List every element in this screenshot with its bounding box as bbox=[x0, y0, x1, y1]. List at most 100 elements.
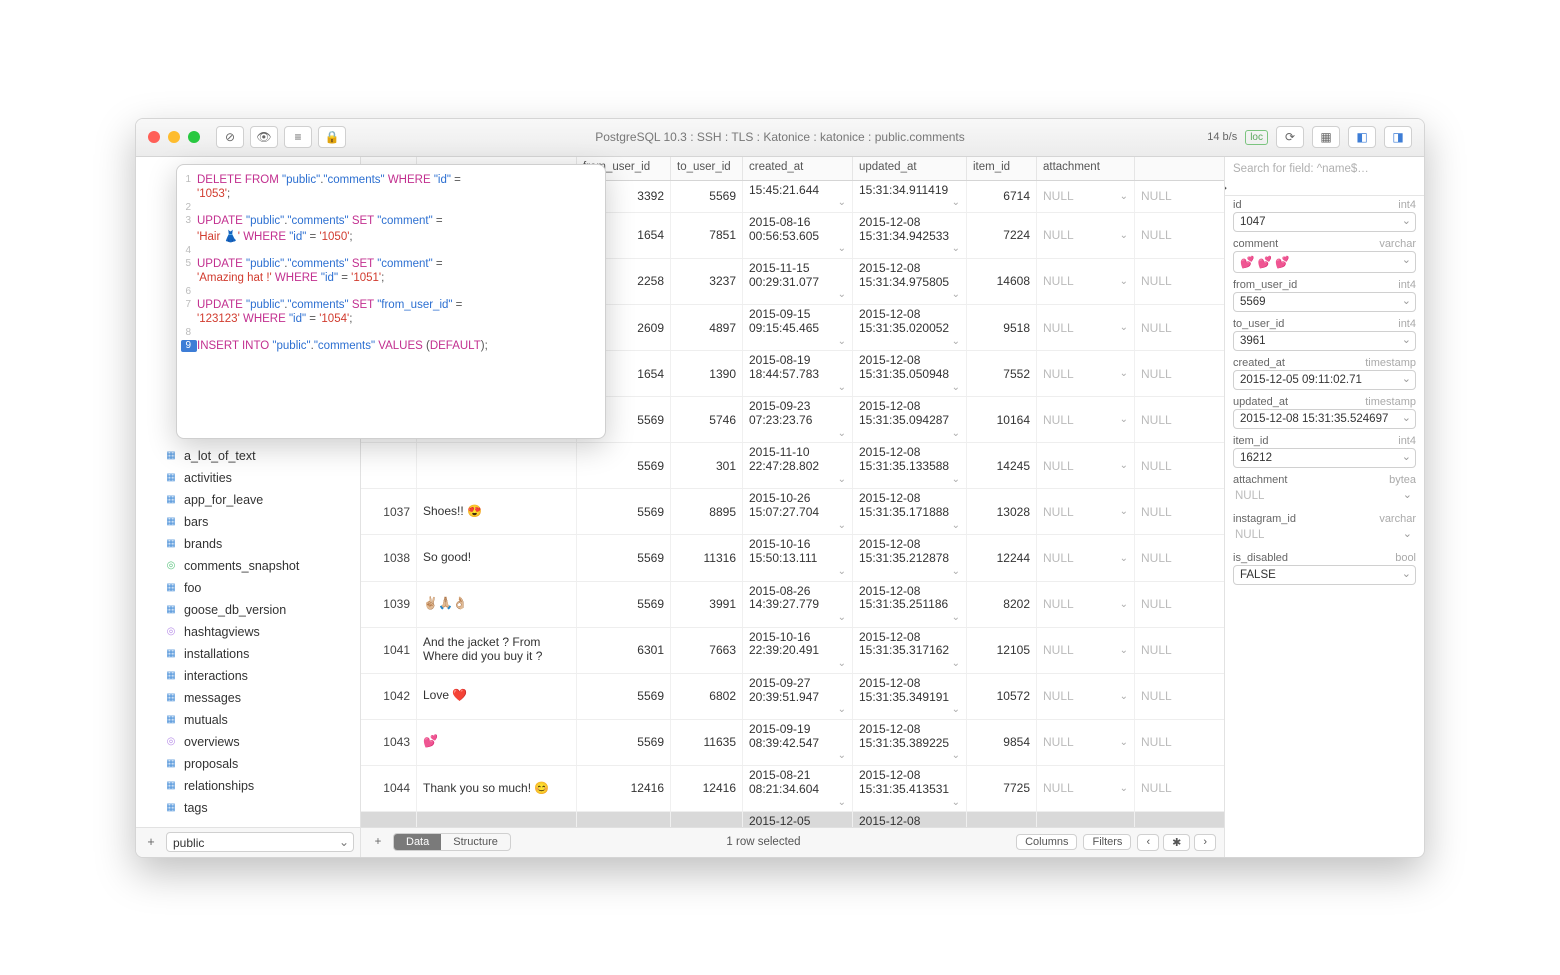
search-input[interactable] bbox=[1229, 161, 1420, 177]
cell-from[interactable]: 5569 bbox=[577, 674, 671, 719]
sidebar-item-brands[interactable]: ▦brands bbox=[136, 533, 360, 555]
add-button[interactable]: + bbox=[142, 835, 160, 849]
cell-item[interactable]: 16212 bbox=[967, 812, 1037, 826]
table-row[interactable]: 1047💕 💕 💕556939612015-12-0509:11:02.71⌄2… bbox=[361, 812, 1224, 826]
column-header[interactable] bbox=[1135, 157, 1175, 180]
cell-updated[interactable]: 2015-12-0815:31:35.133588⌄ bbox=[853, 443, 967, 488]
field-value[interactable]: NULL bbox=[1233, 526, 1416, 546]
cell-to[interactable]: 3991 bbox=[671, 582, 743, 627]
cell-to[interactable]: 3237 bbox=[671, 259, 743, 304]
cell-from[interactable]: 6301 bbox=[577, 628, 671, 673]
schema-select[interactable]: public bbox=[166, 832, 354, 852]
cell-overflow[interactable]: NULL bbox=[1135, 720, 1175, 765]
cell-att[interactable]: NULL⌄ bbox=[1037, 181, 1135, 212]
cell-updated[interactable]: 2015-12-0815:31:35.524697⌄ bbox=[853, 812, 967, 826]
cell-created[interactable]: 2015-11-1500:29:31.077⌄ bbox=[743, 259, 853, 304]
settings-page[interactable]: ✱ bbox=[1163, 834, 1190, 851]
cell-comment[interactable]: 💕 bbox=[417, 720, 577, 765]
cell-updated[interactable]: 2015-12-0815:31:34.975805⌄ bbox=[853, 259, 967, 304]
cell-item[interactable]: 12244 bbox=[967, 535, 1037, 580]
table-row[interactable]: 1039✌🏼🙏🏼👌🏼556939912015-08-2614:39:27.779… bbox=[361, 582, 1224, 628]
cell-id[interactable]: 1041 bbox=[361, 628, 417, 673]
cell-to[interactable]: 7663 bbox=[671, 628, 743, 673]
field-value[interactable]: 1047 bbox=[1233, 212, 1416, 232]
table-row[interactable]: 1038So good!5569113162015-10-1615:50:13.… bbox=[361, 535, 1224, 581]
cell-att[interactable]: NULL⌄ bbox=[1037, 674, 1135, 719]
cell-to[interactable]: 6802 bbox=[671, 674, 743, 719]
cell-att[interactable]: NULL⌄ bbox=[1037, 812, 1135, 826]
cell-id[interactable]: 1037 bbox=[361, 489, 417, 534]
sidebar-item-relationships[interactable]: ▦relationships bbox=[136, 775, 360, 797]
cell-overflow[interactable]: NULL bbox=[1135, 812, 1175, 826]
cell-updated[interactable]: 2015-12-0815:31:35.212878⌄ bbox=[853, 535, 967, 580]
cell-created[interactable]: 2015-10-2615:07:27.704⌄ bbox=[743, 489, 853, 534]
cell-item[interactable]: 8202 bbox=[967, 582, 1037, 627]
cell-updated[interactable]: 2015-12-0815:31:35.171888⌄ bbox=[853, 489, 967, 534]
cell-att[interactable]: NULL⌄ bbox=[1037, 351, 1135, 396]
cell-att[interactable]: NULL⌄ bbox=[1037, 582, 1135, 627]
sidebar-item-mutuals[interactable]: ▦mutuals bbox=[136, 709, 360, 731]
cell-item[interactable]: 6714 bbox=[967, 181, 1037, 212]
field-value[interactable]: 5569 bbox=[1233, 292, 1416, 312]
cell-to[interactable]: 11635 bbox=[671, 720, 743, 765]
minimize-window[interactable] bbox=[168, 131, 180, 143]
cell-from[interactable]: 5569 bbox=[577, 582, 671, 627]
cell-item[interactable]: 7725 bbox=[967, 766, 1037, 811]
cell-created[interactable]: 2015-09-2720:39:51.947⌄ bbox=[743, 674, 853, 719]
cell-updated[interactable]: 2015-12-0815:31:35.317162⌄ bbox=[853, 628, 967, 673]
cell-id[interactable]: 1044 bbox=[361, 766, 417, 811]
cell-to[interactable]: 11316 bbox=[671, 535, 743, 580]
cell-to[interactable]: 5746 bbox=[671, 397, 743, 442]
cell-item[interactable]: 9854 bbox=[967, 720, 1037, 765]
field-value[interactable]: 2015-12-08 15:31:35.524697 bbox=[1233, 409, 1416, 429]
cell-att[interactable]: NULL⌄ bbox=[1037, 305, 1135, 350]
column-header[interactable]: to_user_id bbox=[671, 157, 743, 180]
cell-overflow[interactable]: NULL bbox=[1135, 213, 1175, 258]
field-value[interactable]: NULL bbox=[1233, 487, 1416, 507]
field-value[interactable]: 3961 bbox=[1233, 331, 1416, 351]
cell-comment[interactable] bbox=[417, 443, 577, 488]
cell-updated[interactable]: 2015-12-0815:31:35.413531⌄ bbox=[853, 766, 967, 811]
list-button[interactable]: ≡ bbox=[284, 126, 312, 148]
cell-created[interactable]: 2015-10-1615:50:13.111⌄ bbox=[743, 535, 853, 580]
field-value[interactable]: 2015-12-05 09:11:02.71 bbox=[1233, 370, 1416, 390]
cell-to[interactable]: 301 bbox=[671, 443, 743, 488]
cell-att[interactable]: NULL⌄ bbox=[1037, 535, 1135, 580]
cell-overflow[interactable]: NULL bbox=[1135, 628, 1175, 673]
cell-from[interactable]: 5569 bbox=[577, 720, 671, 765]
right-panel-toggle[interactable]: ◨ bbox=[1384, 126, 1412, 148]
cell-comment[interactable]: And the jacket ? From Where did you buy … bbox=[417, 628, 577, 673]
structure-tab[interactable]: Structure bbox=[441, 834, 510, 850]
cell-updated[interactable]: 15:31:34.911419⌄ bbox=[853, 181, 967, 212]
cell-to[interactable]: 3961 bbox=[671, 812, 743, 826]
table-row[interactable]: 1037Shoes!! 😍556988952015-10-2615:07:27.… bbox=[361, 489, 1224, 535]
cell-comment[interactable]: Love ❤️ bbox=[417, 674, 577, 719]
cell-created[interactable]: 2015-09-1509:15:45.465⌄ bbox=[743, 305, 853, 350]
sidebar-item-app_for_leave[interactable]: ▦app_for_leave bbox=[136, 489, 360, 511]
cell-updated[interactable]: 2015-12-0815:31:35.251186⌄ bbox=[853, 582, 967, 627]
cell-overflow[interactable]: NULL bbox=[1135, 259, 1175, 304]
cell-overflow[interactable]: NULL bbox=[1135, 397, 1175, 442]
preview-button[interactable]: 👁 bbox=[250, 126, 278, 148]
next-page[interactable]: › bbox=[1194, 834, 1216, 851]
cell-overflow[interactable]: NULL bbox=[1135, 351, 1175, 396]
field-value[interactable]: 16212 bbox=[1233, 448, 1416, 468]
cell-att[interactable]: NULL⌄ bbox=[1037, 489, 1135, 534]
zoom-window[interactable] bbox=[188, 131, 200, 143]
cell-to[interactable]: 1390 bbox=[671, 351, 743, 396]
cell-updated[interactable]: 2015-12-0815:31:35.020052⌄ bbox=[853, 305, 967, 350]
cell-item[interactable]: 9518 bbox=[967, 305, 1037, 350]
cell-to[interactable]: 5569 bbox=[671, 181, 743, 212]
left-panel-toggle[interactable]: ◧ bbox=[1348, 126, 1376, 148]
cell-comment[interactable]: Shoes!! 😍 bbox=[417, 489, 577, 534]
table-row[interactable]: 1043💕5569116352015-09-1908:39:42.547⌄201… bbox=[361, 720, 1224, 766]
column-header[interactable]: updated_at bbox=[853, 157, 967, 180]
cell-to[interactable]: 7851 bbox=[671, 213, 743, 258]
cell-overflow[interactable]: NULL bbox=[1135, 443, 1175, 488]
table-row[interactable]: 1042Love ❤️556968022015-09-2720:39:51.94… bbox=[361, 674, 1224, 720]
sidebar-item-goose_db_version[interactable]: ▦goose_db_version bbox=[136, 599, 360, 621]
cell-item[interactable]: 13028 bbox=[967, 489, 1037, 534]
cell-att[interactable]: NULL⌄ bbox=[1037, 628, 1135, 673]
sidebar-item-proposals[interactable]: ▦proposals bbox=[136, 753, 360, 775]
cell-item[interactable]: 7224 bbox=[967, 213, 1037, 258]
